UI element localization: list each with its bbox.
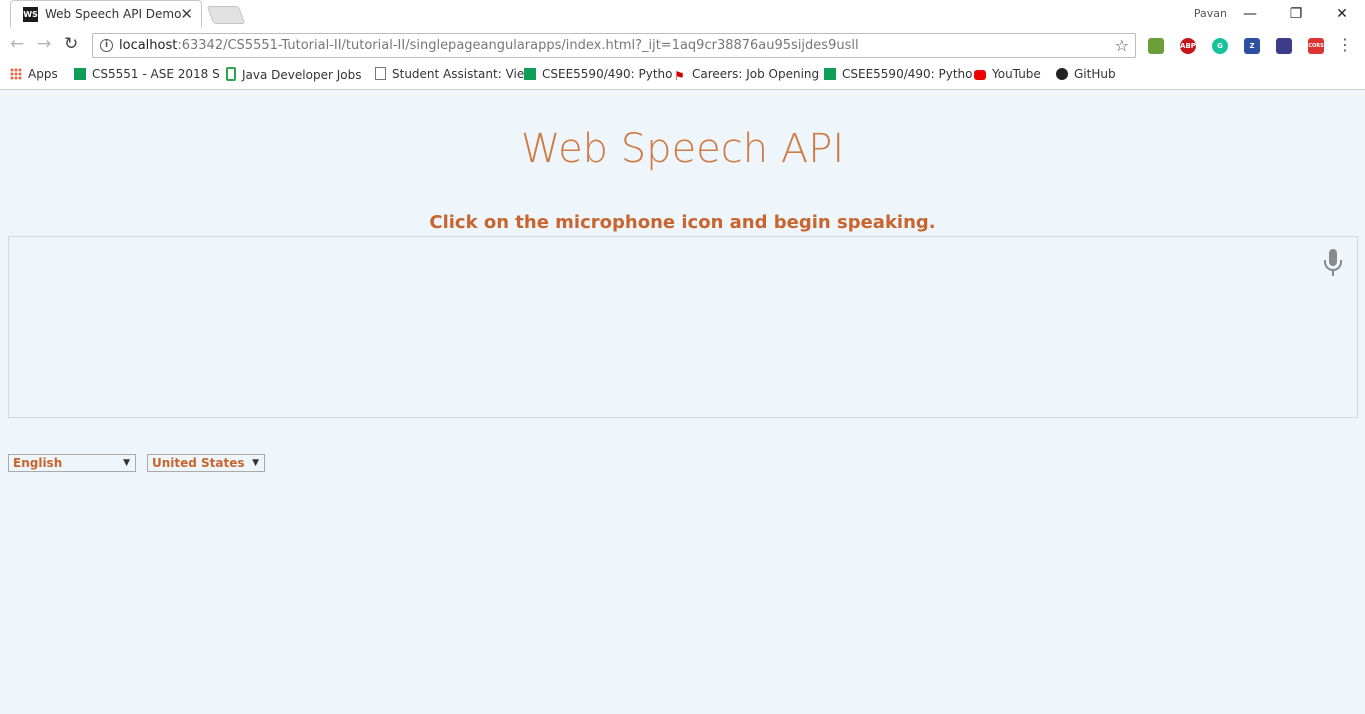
dropdown-arrow-icon: ▼ (123, 458, 130, 468)
document-icon (375, 67, 386, 80)
language-select[interactable]: English ▼ (8, 454, 136, 472)
bookmark-apps[interactable]: Apps (10, 67, 58, 81)
transcript-results[interactable] (8, 236, 1358, 418)
bookmark-label: YouTube (992, 67, 1041, 81)
browser-titlebar: WS Web Speech API Demo ✕ Pavan — ❐ ✕ (0, 0, 1365, 28)
bookmark-label: Careers: Job Opening (692, 67, 820, 81)
bookmark-csee5590-2[interactable]: CSEE5590/490: Pytho (824, 67, 973, 81)
dropdown-arrow-icon: ▼ (252, 458, 259, 468)
info-icon[interactable]: i (100, 39, 113, 52)
url-path: :63342/CS5551-Tutorial-II/tutorial-II/si… (177, 38, 859, 53)
tab-close-icon[interactable]: ✕ (180, 5, 193, 23)
github-icon (1056, 68, 1068, 80)
bookmark-star-icon[interactable]: ☆ (1115, 36, 1129, 55)
bookmark-csee5590-1[interactable]: CSEE5590/490: Pytho (524, 67, 673, 81)
forward-arrow-icon[interactable]: → (37, 34, 51, 54)
bookmarks-bar: Apps CS5551 - ASE 2018 S Java Developer … (0, 62, 1365, 90)
bookmark-student-assistant[interactable]: Student Assistant: Vie (375, 67, 524, 81)
bookmark-youtube[interactable]: YouTube (974, 67, 1041, 81)
url-text[interactable]: localhost:63342/CS5551-Tutorial-II/tutor… (119, 38, 859, 53)
page-title: Web Speech API (520, 126, 845, 172)
zotero-icon[interactable]: Z (1244, 38, 1260, 54)
bookmark-label: Java Developer Jobs (242, 68, 362, 82)
bookmark-extension-icon[interactable] (1276, 38, 1292, 54)
restore-button[interactable]: ❐ (1273, 2, 1319, 26)
youtube-icon (974, 70, 986, 80)
sheet-icon (824, 68, 836, 80)
cors-icon[interactable]: CORS (1308, 38, 1324, 54)
sheet-icon (524, 68, 536, 80)
webstorm-favicon-icon: WS (23, 7, 38, 22)
profile-name[interactable]: Pavan (1194, 7, 1227, 20)
bookmark-label: Student Assistant: Vie (392, 67, 525, 81)
bookmark-careers[interactable]: ⚑ Careers: Job Opening (674, 67, 819, 82)
bookmark-label: GitHub (1074, 67, 1116, 81)
phone-icon (226, 67, 236, 81)
apps-grid-icon (10, 68, 22, 80)
browser-tab[interactable]: WS Web Speech API Demo ✕ (10, 0, 202, 28)
new-tab-button[interactable] (206, 6, 246, 24)
reload-icon[interactable]: ↻ (64, 34, 78, 54)
dialect-select[interactable]: United States ▼ (147, 454, 265, 472)
browser-toolbar: ← → ↻ i localhost:63342/CS5551-Tutorial-… (0, 28, 1365, 62)
bookmark-label: CS5551 - ASE 2018 S (92, 67, 220, 81)
adblock-plus-icon[interactable]: ABP (1180, 38, 1196, 54)
sheet-icon (74, 68, 86, 80)
url-host: localhost (119, 38, 178, 53)
bookmark-github[interactable]: GitHub (1056, 67, 1116, 81)
menu-dots-icon[interactable]: ⋮ (1337, 35, 1353, 54)
bookmark-label: Apps (28, 67, 58, 81)
chart-extension-icon[interactable] (1148, 38, 1164, 54)
flag-icon: ⚑ (674, 69, 685, 83)
bookmark-label: CSEE5590/490: Pytho (842, 67, 973, 81)
info-text: Click on the microphone icon and begin s… (429, 212, 936, 233)
language-select-value: English (13, 456, 63, 470)
tab-title: Web Speech API Demo (45, 7, 182, 21)
close-window-button[interactable]: ✕ (1319, 2, 1365, 26)
microphone-icon[interactable] (1322, 248, 1344, 278)
minimize-button[interactable]: — (1227, 2, 1273, 26)
dialect-select-value: United States (152, 456, 245, 470)
bookmark-label: CSEE5590/490: Pytho (542, 67, 673, 81)
bookmark-cs5551[interactable]: CS5551 - ASE 2018 S (74, 67, 220, 81)
grammarly-icon[interactable]: G (1212, 38, 1228, 54)
address-bar[interactable]: i localhost:63342/CS5551-Tutorial-II/tut… (92, 33, 1136, 58)
bookmark-java-jobs[interactable]: Java Developer Jobs (226, 67, 361, 82)
back-arrow-icon[interactable]: ← (10, 34, 24, 54)
